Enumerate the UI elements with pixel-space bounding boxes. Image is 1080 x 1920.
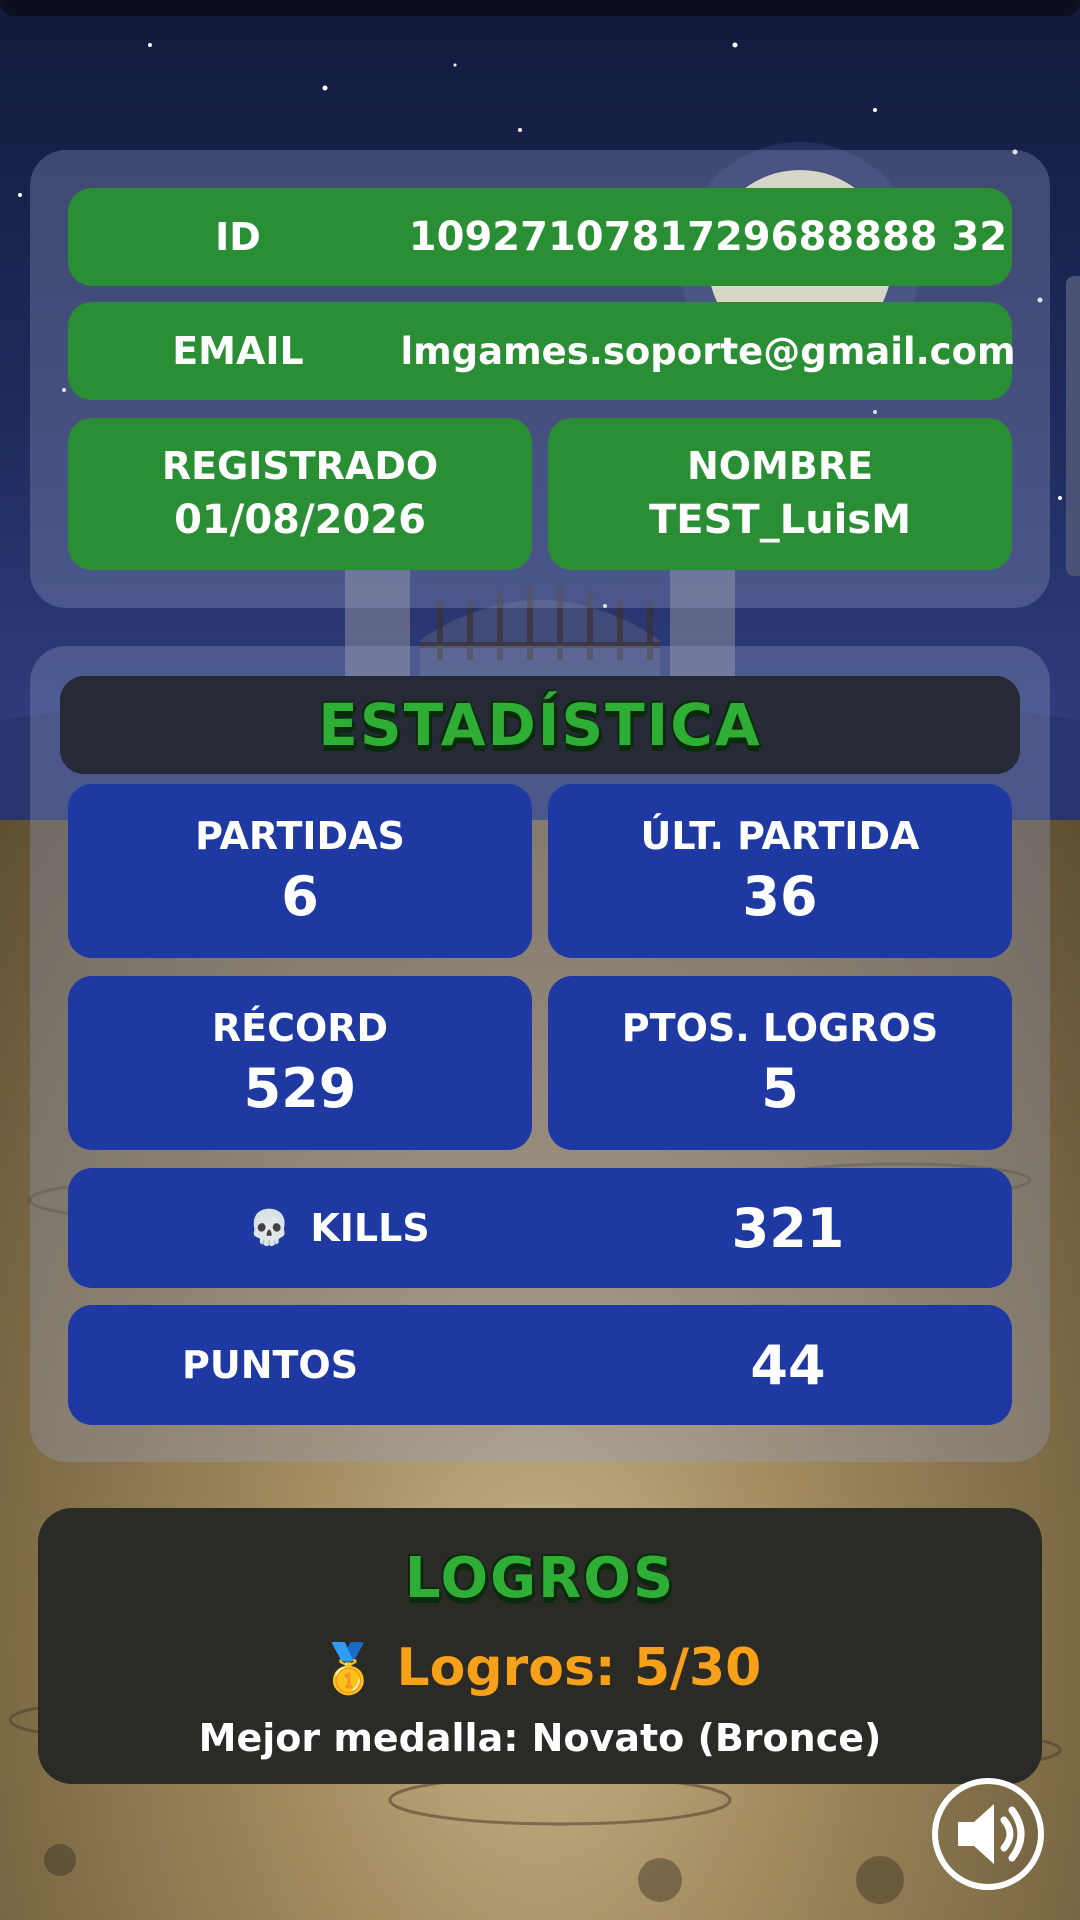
last-game-value: 36: [742, 865, 818, 928]
achievements-count: 🥇 Logros: 5/30: [38, 1638, 1042, 1698]
registered-value: 01/08/2026: [174, 497, 426, 543]
points-value: 44: [750, 1333, 826, 1397]
stats-title-bar: ESTADÍSTICA: [60, 676, 1020, 774]
achievements-count-text: Logros: 5/30: [396, 1638, 762, 1698]
stats-title: ESTADÍSTICA: [318, 691, 762, 759]
games-card: PARTIDAS 6: [68, 784, 532, 958]
record-card: RÉCORD 529: [68, 976, 532, 1150]
games-label: PARTIDAS: [195, 814, 405, 858]
last-game-card: ÚLT. PARTIDA 36: [548, 784, 1012, 958]
best-medal-text: Mejor medalla: Novato (Bronce): [198, 1716, 882, 1760]
points-label: PUNTOS: [182, 1343, 359, 1387]
achievement-points-card: PTOS. LOGROS 5: [548, 976, 1012, 1150]
name-label: NOMBRE: [686, 444, 874, 488]
games-value: 6: [281, 865, 319, 928]
name-card: NOMBRE TEST_LuisM: [548, 418, 1012, 570]
speaker-icon: [958, 1804, 1025, 1864]
name-value: TEST_LuisM: [649, 497, 911, 543]
medal-icon: 🥇: [318, 1641, 379, 1697]
email-label: EMAIL: [172, 329, 304, 373]
id-label: ID: [215, 215, 261, 259]
achievement-points-label: PTOS. LOGROS: [621, 1006, 939, 1050]
kills-label-group: 💀 KILLS: [248, 1206, 430, 1250]
id-row: ID 1092710781729688888 32: [68, 188, 1012, 286]
points-row: PUNTOS 44: [68, 1305, 1012, 1425]
top-bar: [0, 0, 1080, 16]
email-value: lmgames.soporte@gmail.com: [400, 329, 1016, 373]
registered-label: REGISTRADO: [161, 444, 439, 488]
achievements-title: LOGROS: [404, 1546, 676, 1611]
email-row: EMAIL lmgames.soporte@gmail.com: [68, 302, 1016, 400]
id-value: 1092710781729688888 32: [408, 214, 1008, 260]
kills-label: KILLS: [310, 1206, 430, 1250]
skull-icon: 💀: [248, 1208, 291, 1248]
last-game-label: ÚLT. PARTIDA: [640, 814, 920, 858]
kills-row: 💀 KILLS 321: [68, 1168, 1012, 1288]
record-value: 529: [243, 1057, 357, 1120]
sound-toggle-button[interactable]: [932, 1778, 1044, 1890]
side-scroll-indicator[interactable]: [1066, 276, 1080, 576]
achievements-panel: LOGROS 🥇 Logros: 5/30 Mejor medalla: Nov…: [38, 1508, 1042, 1784]
achievement-points-value: 5: [761, 1057, 799, 1120]
registered-card: REGISTRADO 01/08/2026: [68, 418, 532, 570]
kills-value: 321: [731, 1196, 845, 1260]
record-label: RÉCORD: [211, 1006, 389, 1050]
